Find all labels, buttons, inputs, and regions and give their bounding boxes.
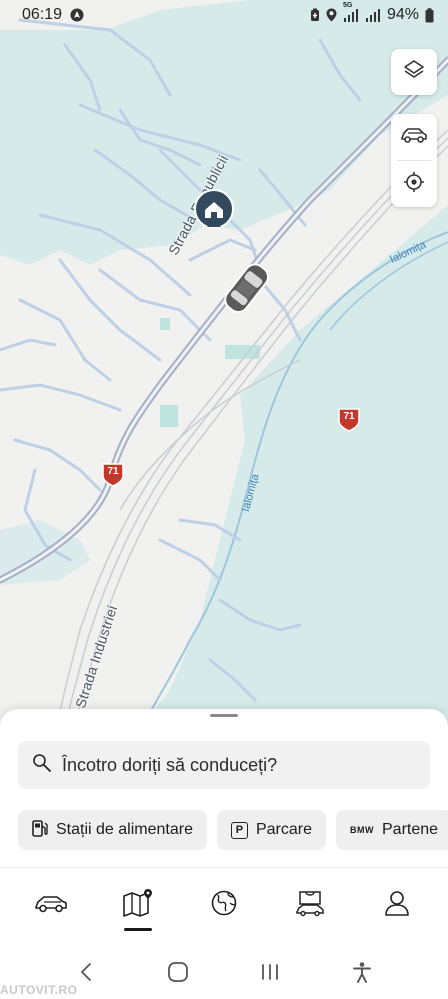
signal-icon (365, 8, 381, 22)
search-icon (32, 753, 52, 778)
map-position-control (391, 114, 437, 207)
bottom-tab-bar (0, 879, 448, 931)
recents-button[interactable] (245, 954, 295, 994)
navigation-icon (70, 8, 84, 22)
bmw-logo-icon: BMW (350, 825, 374, 835)
back-icon (79, 962, 93, 987)
road-shield: 71 (337, 407, 361, 438)
home-icon (167, 961, 189, 988)
active-tab-indicator (123, 928, 152, 931)
locate-icon (402, 170, 426, 199)
status-time: 06:19 (22, 6, 63, 23)
map-canvas (0, 0, 448, 740)
parking-icon: P (230, 821, 248, 839)
layers-icon (402, 58, 426, 87)
road-shield-number: 71 (107, 466, 119, 477)
map-view[interactable]: Strada Republicii Strada Industriei Ialo… (0, 0, 448, 740)
watermark: AUTOVIT.RO (0, 983, 78, 997)
car-icon (400, 125, 428, 150)
accessibility-button[interactable] (337, 954, 387, 994)
tab-map[interactable] (110, 879, 166, 931)
profile-icon (382, 888, 412, 923)
bottom-sheet: Încotro doriți să conduceți? Stații de a… (0, 709, 448, 999)
car-icon (34, 892, 68, 919)
locate-me-button[interactable] (391, 161, 437, 207)
network-type-label: 5G (342, 2, 353, 9)
quick-filter-chips: Stații de alimentare P Parcare BMW Parte… (18, 810, 448, 850)
parking-chip[interactable]: P Parcare (216, 810, 326, 850)
status-bar: 06:19 5G 94% (0, 0, 448, 30)
recents-icon (260, 963, 280, 986)
battery-saver-icon (310, 8, 320, 22)
chip-label: Stații de alimentare (56, 821, 193, 838)
road-shield: 71 (101, 462, 125, 493)
fuel-pump-icon (32, 819, 48, 842)
layers-button[interactable] (391, 49, 437, 95)
home-button[interactable] (153, 954, 203, 994)
fuel-stations-chip[interactable]: Stații de alimentare (18, 810, 207, 850)
battery-icon (425, 7, 434, 23)
signal-icon: 5G (343, 2, 359, 22)
vehicle-location-pin[interactable] (218, 258, 274, 325)
show-vehicle-button[interactable] (391, 114, 437, 160)
road-shield-number: 71 (343, 411, 355, 422)
map-icon (121, 888, 155, 923)
chip-label: Parcare (255, 821, 312, 838)
partners-chip[interactable]: BMW Partene (336, 810, 448, 850)
accessibility-icon (352, 961, 372, 988)
search-placeholder: Încotro doriți să conduceți? (62, 754, 278, 775)
home-location-pin[interactable] (193, 189, 235, 240)
sheet-drag-handle[interactable] (210, 714, 238, 717)
tab-shop[interactable] (282, 879, 338, 931)
battery-percent: 94% (386, 6, 419, 23)
shop-icon (294, 888, 326, 923)
tab-profile[interactable] (369, 879, 425, 931)
tab-vehicle[interactable] (23, 879, 79, 931)
chip-label: Partene (382, 821, 439, 838)
divider (0, 867, 448, 868)
map-layers-control (391, 49, 437, 95)
tab-explore[interactable] (196, 879, 252, 931)
destination-search-input[interactable]: Încotro doriți să conduceți? (18, 741, 430, 789)
location-icon (326, 8, 337, 22)
globe-icon (210, 889, 238, 922)
